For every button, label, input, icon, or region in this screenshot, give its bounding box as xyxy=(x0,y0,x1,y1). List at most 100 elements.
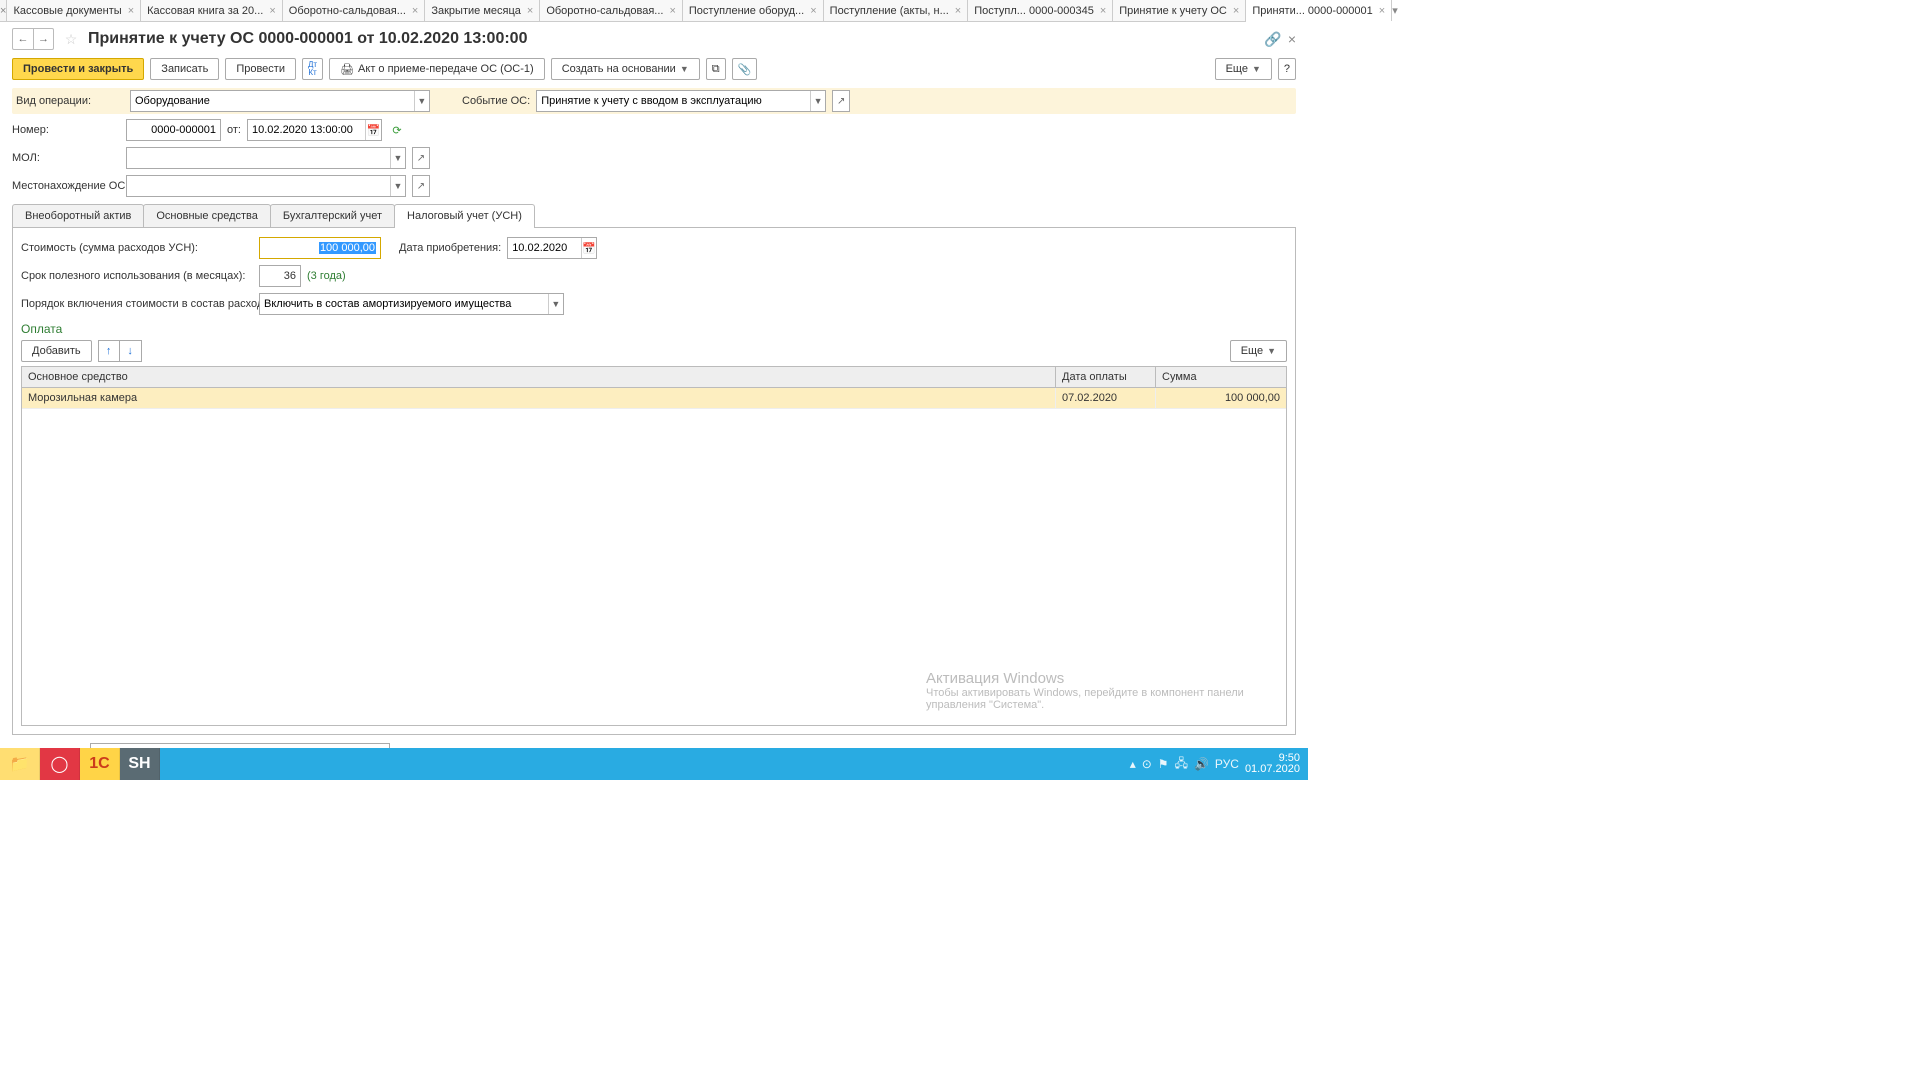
post-button[interactable]: Провести xyxy=(225,58,296,80)
close-icon[interactable]: × xyxy=(955,5,961,17)
number-input[interactable] xyxy=(127,120,220,140)
inner-tab-tax-usn[interactable]: Налоговый учет (УСН) xyxy=(394,204,535,227)
open-ref-button[interactable]: ↗ xyxy=(412,147,430,169)
move-down-button[interactable]: ↓ xyxy=(120,340,142,362)
tab-6[interactable]: Поступление (акты, н...× xyxy=(824,0,969,21)
tab-2[interactable]: Оборотно-сальдовая...× xyxy=(283,0,426,21)
tabs-overflow-icon[interactable]: ▾ xyxy=(1392,0,1398,21)
post-and-close-button[interactable]: Провести и закрыть xyxy=(12,58,144,80)
mol-input[interactable] xyxy=(127,148,390,168)
tray-flag-icon[interactable]: ⚑ xyxy=(1158,757,1169,771)
tray-clock[interactable]: 9:50 01.07.2020 xyxy=(1245,753,1300,775)
chevron-down-icon[interactable]: ▼ xyxy=(548,294,563,314)
col-date[interactable]: Дата оплаты xyxy=(1056,367,1156,387)
refresh-icon[interactable]: ⟳ xyxy=(388,121,406,139)
date-input[interactable] xyxy=(248,120,365,140)
date-field[interactable]: 📅 xyxy=(247,119,382,141)
cell-sum[interactable]: 100 000,00 xyxy=(1156,388,1286,408)
close-icon[interactable]: × xyxy=(810,5,816,17)
chevron-down-icon[interactable]: ▼ xyxy=(390,176,405,196)
close-left-icon[interactable]: × xyxy=(0,0,7,21)
attachments-button[interactable]: 📎 xyxy=(732,58,758,80)
op-type-input[interactable] xyxy=(131,91,414,111)
add-row-button[interactable]: Добавить xyxy=(21,340,92,362)
move-up-button[interactable]: ↑ xyxy=(98,340,120,362)
useful-life-label: Срок полезного использования (в месяцах)… xyxy=(21,270,253,282)
chevron-down-icon[interactable]: ▼ xyxy=(810,91,825,111)
print-act-button[interactable]: Акт о приеме-передаче ОС (ОС-1) xyxy=(329,58,545,80)
tray-show-hidden-icon[interactable]: ▴ xyxy=(1130,757,1136,771)
tab-3[interactable]: Закрытие месяца× xyxy=(425,0,540,21)
tab-1[interactable]: Кассовая книга за 20...× xyxy=(141,0,283,21)
cost-input[interactable]: 100 000,00 xyxy=(259,237,381,259)
tray-network-icon[interactable]: 🖧 xyxy=(1175,754,1188,775)
watermark-sub: Чтобы активировать Windows, перейдите в … xyxy=(926,687,1266,711)
help-button[interactable]: ? xyxy=(1278,58,1296,80)
chevron-down-icon: ▼ xyxy=(1267,346,1276,356)
close-icon[interactable]: × xyxy=(128,5,134,17)
chevron-down-icon: ▼ xyxy=(680,64,689,74)
cell-asset[interactable]: Морозильная камера xyxy=(22,388,1056,408)
inclusion-input[interactable] xyxy=(260,294,548,314)
payment-more-button[interactable]: Еще▼ xyxy=(1230,340,1287,362)
inner-tab-fixedassets[interactable]: Основные средства xyxy=(143,204,271,227)
inner-tab-accounting[interactable]: Бухгалтерский учет xyxy=(270,204,395,227)
payment-toolbar: Добавить ↑ ↓ Еще▼ xyxy=(21,340,1287,362)
nav-buttons: ← → xyxy=(12,28,54,50)
open-ref-button[interactable]: ↗ xyxy=(832,90,850,112)
chevron-down-icon[interactable]: ▼ xyxy=(390,148,405,168)
open-ref-button[interactable]: ↗ xyxy=(412,175,430,197)
number-field[interactable] xyxy=(126,119,221,141)
op-type-select[interactable]: ▼ xyxy=(130,90,430,112)
tray-volume-icon[interactable]: 🔊 xyxy=(1194,757,1209,771)
tab-0[interactable]: Кассовые документы× xyxy=(7,0,141,21)
table-row[interactable]: Морозильная камера 07.02.2020 100 000,00 xyxy=(22,388,1286,409)
col-asset[interactable]: Основное средство xyxy=(22,367,1056,387)
acq-date-input[interactable] xyxy=(508,238,581,258)
favorite-star-icon[interactable]: ☆ xyxy=(62,30,80,48)
location-input[interactable] xyxy=(127,176,390,196)
opera-taskbar-icon[interactable]: ◯ xyxy=(40,748,80,780)
tab-8[interactable]: Принятие к учету ОС× xyxy=(1113,0,1246,21)
dtkt-button[interactable]: Дт Кт xyxy=(302,58,323,80)
structure-button[interactable]: ⧉ xyxy=(706,58,726,80)
print-act-label: Акт о приеме-передаче ОС (ОС-1) xyxy=(358,63,534,75)
col-sum[interactable]: Сумма xyxy=(1156,367,1286,387)
inclusion-select[interactable]: ▼ xyxy=(259,293,564,315)
close-icon[interactable]: × xyxy=(1233,5,1239,17)
calendar-icon[interactable]: 📅 xyxy=(581,238,596,258)
tab-9[interactable]: Приняти... 0000-000001× xyxy=(1246,0,1392,21)
sh-taskbar-icon[interactable]: SH xyxy=(120,748,160,780)
location-select[interactable]: ▼ xyxy=(126,175,406,197)
close-icon[interactable]: × xyxy=(527,5,533,17)
payment-grid[interactable]: Основное средство Дата оплаты Сумма Моро… xyxy=(21,366,1287,726)
create-based-button[interactable]: Создать на основании▼ xyxy=(551,58,700,80)
close-icon[interactable]: × xyxy=(412,5,418,17)
onec-taskbar-icon[interactable]: 1C xyxy=(80,748,120,780)
event-select[interactable]: ▼ xyxy=(536,90,826,112)
tab-4[interactable]: Оборотно-сальдовая...× xyxy=(540,0,683,21)
close-icon[interactable]: × xyxy=(269,5,275,17)
cell-date[interactable]: 07.02.2020 xyxy=(1056,388,1156,408)
tray-action-center-icon[interactable]: ⊙ xyxy=(1142,757,1152,771)
inner-tab-asset[interactable]: Внеоборотный актив xyxy=(12,204,144,227)
tab-5[interactable]: Поступление оборуд...× xyxy=(683,0,824,21)
tab-7[interactable]: Поступл... 0000-000345× xyxy=(968,0,1113,21)
close-icon[interactable]: × xyxy=(1379,5,1385,17)
tray-language[interactable]: РУС xyxy=(1215,757,1239,771)
forward-button[interactable]: → xyxy=(33,29,53,49)
calendar-icon[interactable]: 📅 xyxy=(365,120,381,140)
close-icon[interactable]: × xyxy=(669,5,675,17)
more-button[interactable]: Еще▼ xyxy=(1215,58,1272,80)
acq-date-field[interactable]: 📅 xyxy=(507,237,597,259)
event-input[interactable] xyxy=(537,91,810,111)
back-button[interactable]: ← xyxy=(13,29,33,49)
close-icon[interactable]: × xyxy=(1100,5,1106,17)
explorer-taskbar-icon[interactable]: 📁 xyxy=(0,748,40,780)
chevron-down-icon[interactable]: ▼ xyxy=(414,91,429,111)
write-button[interactable]: Записать xyxy=(150,58,219,80)
close-icon[interactable]: × xyxy=(1288,31,1296,48)
useful-life-input[interactable]: 36 xyxy=(259,265,301,287)
link-icon[interactable]: 🔗 xyxy=(1264,31,1281,48)
mol-select[interactable]: ▼ xyxy=(126,147,406,169)
